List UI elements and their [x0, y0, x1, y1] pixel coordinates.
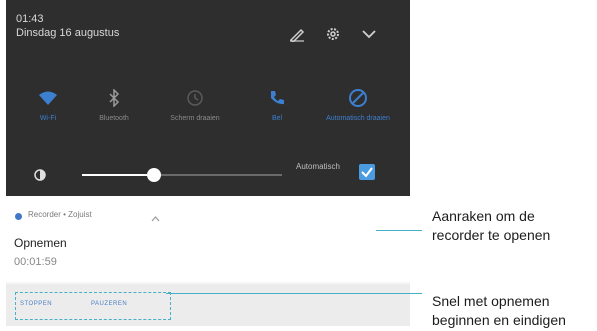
brightness-slider-handle[interactable] — [147, 168, 161, 182]
auto-brightness-checkbox[interactable] — [359, 164, 375, 180]
toggle-rotate[interactable]: Scherm draaien — [160, 86, 230, 123]
edit-icon[interactable] — [286, 23, 308, 45]
callout-text: Snel met opnemen — [432, 293, 550, 309]
actions-highlight-box — [15, 292, 171, 320]
callout-text: recorder te openen — [432, 227, 551, 243]
toggle-call[interactable]: Bel — [242, 86, 312, 123]
toggle-bluetooth[interactable]: Bluetooth — [79, 86, 149, 123]
chevron-up-icon[interactable] — [151, 210, 160, 228]
brightness-slider-fill — [82, 174, 154, 176]
notification-title: Opnemen — [14, 236, 67, 250]
notification-shade: 01:43 Dinsdag 16 augustus Wi-Fi Bluetoot… — [6, 0, 410, 196]
callout-quick-record: Snel met opnemen beginnen en eindigen — [432, 292, 566, 330]
callout-open-recorder: Aanraken om de recorder te openen — [432, 207, 550, 245]
rotate-icon — [160, 86, 230, 110]
brightness-slider[interactable] — [82, 168, 282, 182]
callout-text: Aanraken om de — [432, 208, 535, 224]
gear-icon[interactable] — [322, 23, 344, 45]
toggle-label: Automatisch draaien — [326, 115, 390, 122]
wifi-icon — [13, 86, 83, 110]
toggle-auto-rotate[interactable]: Automatisch draaien — [323, 86, 393, 123]
callout-text: beginnen en eindigen — [432, 312, 566, 328]
callout-leader-line — [166, 293, 422, 294]
toggle-label: Wi-Fi — [39, 115, 57, 122]
notification-app-line: Recorder • Zojuist — [28, 210, 92, 219]
quick-settings: Wi-Fi Bluetooth Scherm draaien Bel Autom… — [6, 86, 410, 150]
notification-body[interactable]: Recorder • Zojuist Opnemen 00:01:59 — [6, 196, 410, 282]
status-date: Dinsdag 16 augustus — [16, 27, 120, 39]
brightness-icon — [31, 166, 49, 184]
toggle-label: Bel — [271, 115, 283, 122]
auto-brightness-label: Automatisch — [295, 162, 341, 171]
toggle-label: Scherm draaien — [170, 115, 220, 122]
toggle-label: Bluetooth — [99, 115, 129, 122]
call-icon — [242, 86, 312, 110]
recorder-notification[interactable]: Recorder • Zojuist Opnemen 00:01:59 STOP… — [6, 196, 410, 326]
recording-elapsed-time: 00:01:59 — [14, 256, 57, 268]
status-time: 01:43 — [16, 13, 44, 25]
recorder-app-icon — [15, 213, 22, 220]
bluetooth-icon — [79, 86, 149, 110]
auto-rotate-icon — [323, 86, 393, 110]
chevron-down-icon[interactable] — [358, 23, 380, 45]
toggle-wifi[interactable]: Wi-Fi — [13, 86, 83, 123]
callout-leader-line — [376, 230, 422, 231]
